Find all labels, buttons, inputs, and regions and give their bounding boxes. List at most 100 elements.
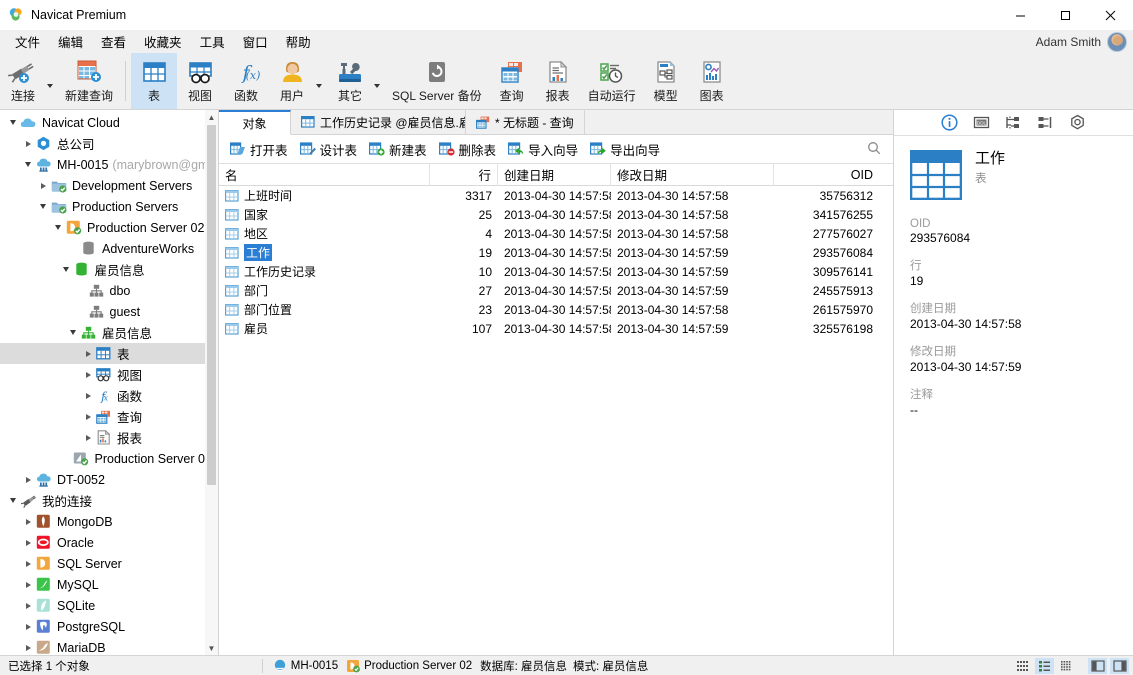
menu-file[interactable]: 文件	[6, 30, 49, 53]
toolbar-automation[interactable]: 自动运行	[581, 53, 643, 109]
toolbar-connection[interactable]: 连接	[0, 53, 46, 109]
tree-twisty-down-icon[interactable]	[6, 120, 20, 125]
tree-node[interactable]: dbo	[0, 280, 218, 301]
left-pane-icon[interactable]	[1088, 657, 1107, 674]
toolbar-table[interactable]: 表	[131, 53, 178, 109]
table-row[interactable]: 国家 25 2013-04-30 14:57:58 2013-04-30 14:57:…	[219, 205, 893, 224]
connection-dropdown-arrow[interactable]	[46, 53, 58, 109]
scroll-up-arrow[interactable]: ▲	[205, 110, 218, 124]
toolbar-view[interactable]: 视图	[177, 53, 223, 109]
ddl-icon[interactable]: DDL	[972, 113, 991, 132]
tree-node[interactable]: 视图	[0, 364, 218, 385]
tree-twisty-right-icon[interactable]	[21, 623, 35, 630]
maximize-button[interactable]	[1043, 0, 1088, 30]
tab-object[interactable]: 对象	[219, 110, 291, 135]
tree-twisty-down-icon[interactable]	[21, 162, 35, 167]
toolbar-user[interactable]: 用户	[269, 53, 315, 109]
info-circle-icon[interactable]	[940, 113, 959, 132]
tree-node[interactable]: Production Servers	[0, 196, 218, 217]
tree-node[interactable]: 总公司	[0, 133, 218, 154]
table-row[interactable]: 地区 4 2013-04-30 14:57:58 2013-04-30 14:57:5…	[219, 224, 893, 243]
tree-twisty-right-icon[interactable]	[21, 644, 35, 651]
tree-node[interactable]: Oracle	[0, 532, 218, 553]
menu-view[interactable]: 查看	[92, 30, 135, 53]
tree-twisty-down-icon[interactable]	[36, 204, 50, 209]
tree-node[interactable]: 查询	[0, 406, 218, 427]
tree-node[interactable]: Production Server 02	[0, 448, 218, 469]
right-pane-icon[interactable]	[1110, 657, 1129, 674]
tree-node[interactable]: SQL Server	[0, 553, 218, 574]
menu-tools[interactable]: 工具	[191, 30, 234, 53]
tree-twisty-right-icon[interactable]	[81, 350, 95, 357]
tree-node[interactable]: MH-0015 (marybrown@gmai	[0, 154, 218, 175]
menu-favorites[interactable]: 收藏夹	[135, 30, 191, 53]
menu-window[interactable]: 窗口	[234, 30, 277, 53]
objbar-new-table-button[interactable]: 新建表	[363, 138, 433, 161]
toolbar-model[interactable]: 模型	[643, 53, 689, 109]
toolbar-function[interactable]: f (x) 函数	[223, 53, 269, 109]
other-dropdown-arrow[interactable]	[373, 53, 385, 109]
scrollbar-thumb[interactable]	[207, 125, 216, 485]
column-header-created[interactable]: 创建日期	[498, 163, 611, 186]
table-row[interactable]: 雇员 107 2013-04-30 14:57:58 2013-04-30 14:57…	[219, 319, 893, 338]
objbar-open-table-button[interactable]: 打开表	[224, 138, 294, 161]
tree-twisty-down-icon[interactable]	[66, 330, 80, 335]
user-area[interactable]: Adam Smith	[1036, 31, 1133, 52]
search-icon[interactable]	[867, 141, 881, 158]
toolbar-other[interactable]: 其它	[327, 53, 373, 109]
toolbar-report[interactable]: 报表	[535, 53, 581, 109]
objbar-export-wizard-button[interactable]: 导出向导	[584, 138, 666, 161]
tree-node[interactable]: DT-0052	[0, 469, 218, 490]
tree-twisty-right-icon[interactable]	[81, 434, 95, 441]
settings-hex-icon[interactable]	[1068, 113, 1087, 132]
tree-twisty-right-icon[interactable]	[21, 476, 35, 483]
sidebar-scrollbar[interactable]: ▲ ▼	[205, 110, 218, 655]
objbar-design-table-button[interactable]: 设计表	[294, 138, 364, 161]
tree-node[interactable]: AdventureWorks	[0, 238, 218, 259]
tree-node[interactable]: MySQL	[0, 574, 218, 595]
tree-node[interactable]: PostgreSQL	[0, 616, 218, 637]
toolbar-chart[interactable]: 图表	[689, 53, 735, 109]
tree-node[interactable]: 雇员信息	[0, 259, 218, 280]
table-row[interactable]: 工作历史记录 10 2013-04-30 14:57:58 2013-04-30 14…	[219, 262, 893, 281]
table-row[interactable]: 部门位置 23 2013-04-30 14:57:58 2013-04-30 14:5…	[219, 300, 893, 319]
tab-table[interactable]: 工作历史记录 @雇员信息.雇...	[291, 110, 466, 134]
tree-node[interactable]: guest	[0, 301, 218, 322]
tree-twisty-down-icon[interactable]	[6, 498, 20, 503]
tree-node[interactable]: MariaDB	[0, 637, 218, 655]
tree-twisty-right-icon[interactable]	[81, 371, 95, 378]
tree-node[interactable]: MongoDB	[0, 511, 218, 532]
tree-node[interactable]: 报表	[0, 427, 218, 448]
tree-twisty-right-icon[interactable]	[36, 182, 50, 189]
tree-node[interactable]: Navicat Cloud	[0, 112, 218, 133]
tree-node[interactable]: 我的连接	[0, 490, 218, 511]
tree-node[interactable]: f x 函数	[0, 385, 218, 406]
list-view-icon[interactable]	[1035, 657, 1054, 674]
objbar-import-wizard-button[interactable]: 导入向导	[502, 138, 584, 161]
detail-view-icon[interactable]	[1057, 658, 1076, 674]
menu-help[interactable]: 帮助	[277, 30, 320, 53]
user-dropdown-arrow[interactable]	[315, 53, 327, 109]
tree-twisty-right-icon[interactable]	[21, 602, 35, 609]
tree-node[interactable]: Development Servers	[0, 175, 218, 196]
minimize-button[interactable]	[998, 0, 1043, 30]
column-header-oid[interactable]: OID	[774, 164, 879, 186]
toolbar-new-query[interactable]: 新建查询	[58, 53, 120, 109]
tree-twisty-right-icon[interactable]	[21, 560, 35, 567]
tree-twisty-right-icon[interactable]	[21, 539, 35, 546]
tree-twisty-right-icon[interactable]	[21, 581, 35, 588]
objbar-delete-table-button[interactable]: 删除表	[433, 138, 503, 161]
avatar[interactable]	[1107, 31, 1127, 52]
table-row[interactable]: 上班时间 3317 2013-04-30 14:57:58 2013-04-30 14…	[219, 186, 893, 205]
close-button[interactable]	[1088, 0, 1133, 30]
tree-twisty-right-icon[interactable]	[81, 392, 95, 399]
tree-twisty-down-icon[interactable]	[51, 225, 65, 230]
tree-node[interactable]: 雇员信息	[0, 322, 218, 343]
tab-query[interactable]: * 无标题 - 查询	[466, 110, 585, 134]
grid-view-icon[interactable]	[1013, 658, 1032, 674]
toolbar-query[interactable]: 查询	[489, 53, 535, 109]
table-row[interactable]: 部门 27 2013-04-30 14:57:58 2013-04-30 14:57:…	[219, 281, 893, 300]
scroll-down-arrow[interactable]: ▼	[205, 641, 218, 655]
tree-node[interactable]: 表	[0, 343, 218, 364]
er-diagram-icon[interactable]	[1004, 113, 1023, 132]
